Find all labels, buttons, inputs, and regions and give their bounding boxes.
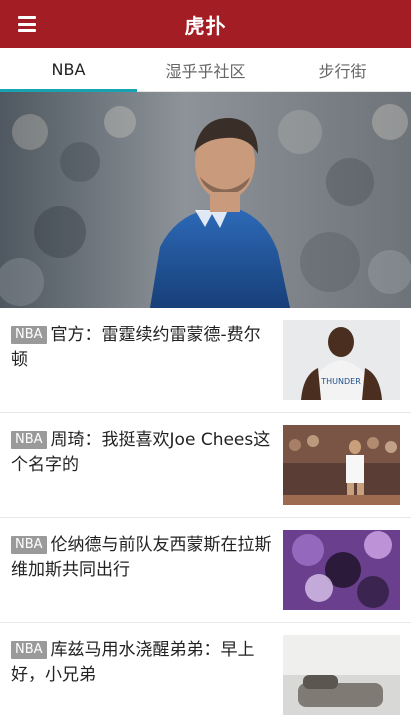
news-title: 周琦：我挺喜欢Joe Chees这个名字的 bbox=[11, 430, 271, 475]
tab-nba[interactable]: NBA bbox=[0, 48, 137, 92]
news-headline: NBA 周琦：我挺喜欢Joe Chees这个名字的 bbox=[11, 425, 273, 517]
hero-banner-image[interactable] bbox=[0, 92, 411, 308]
news-thumbnail bbox=[283, 635, 400, 715]
news-item[interactable]: NBA 周琦：我挺喜欢Joe Chees这个名字的 bbox=[0, 413, 411, 518]
menu-icon[interactable] bbox=[18, 16, 36, 32]
news-headline: NBA 库兹马用水浇醒弟弟：早上好，小兄弟 bbox=[11, 635, 273, 721]
news-item[interactable]: NBA 库兹马用水浇醒弟弟：早上好，小兄弟 bbox=[0, 623, 411, 721]
news-item[interactable]: NBA 伦纳德与前队友西蒙斯在拉斯维加斯共同出行 bbox=[0, 518, 411, 623]
news-thumbnail bbox=[283, 530, 400, 610]
app-root: 虎扑 NBA 湿乎乎社区 步行街 NBA 官方：雷霆续约雷蒙德-费尔顿 THUN… bbox=[0, 0, 411, 721]
tab-pedestrian-street[interactable]: 步行街 bbox=[274, 48, 411, 91]
category-badge: NBA bbox=[11, 536, 47, 554]
news-item[interactable]: NBA 官方：雷霆续约雷蒙德-费尔顿 THUNDER bbox=[0, 308, 411, 413]
news-thumbnail bbox=[283, 425, 400, 505]
tab-bar: NBA 湿乎乎社区 步行街 bbox=[0, 48, 411, 92]
tab-community[interactable]: 湿乎乎社区 bbox=[137, 48, 274, 91]
svg-text:THUNDER: THUNDER bbox=[320, 377, 361, 386]
news-title: 库兹马用水浇醒弟弟：早上好，小兄弟 bbox=[11, 640, 255, 685]
news-headline: NBA 官方：雷霆续约雷蒙德-费尔顿 bbox=[11, 320, 273, 412]
category-badge: NBA bbox=[11, 431, 47, 449]
category-badge: NBA bbox=[11, 641, 47, 659]
news-title: 伦纳德与前队友西蒙斯在拉斯维加斯共同出行 bbox=[11, 535, 272, 580]
category-badge: NBA bbox=[11, 326, 47, 344]
news-thumbnail: THUNDER bbox=[283, 320, 400, 400]
app-title: 虎扑 bbox=[184, 13, 227, 38]
top-header: 虎扑 bbox=[0, 0, 411, 48]
news-title: 官方：雷霆续约雷蒙德-费尔顿 bbox=[11, 325, 261, 370]
news-headline: NBA 伦纳德与前队友西蒙斯在拉斯维加斯共同出行 bbox=[11, 530, 273, 622]
